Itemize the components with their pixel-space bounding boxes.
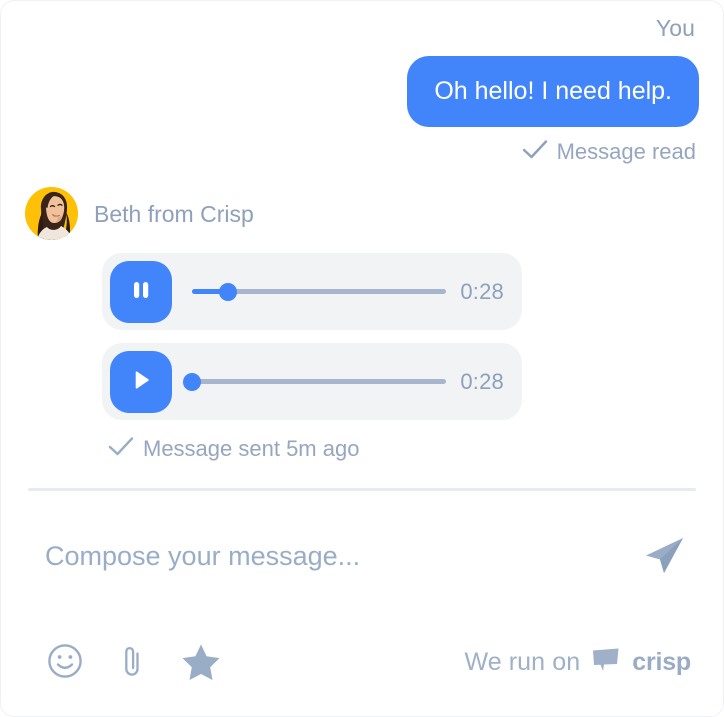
chat-widget: You Oh hello! I need help. Message read: [0, 0, 724, 717]
pause-icon: [130, 278, 152, 305]
check-icon: [108, 436, 134, 462]
avatar[interactable]: [25, 187, 78, 240]
outgoing-receipt: Message read: [25, 139, 699, 165]
progress-handle[interactable]: [218, 282, 237, 301]
rate-button[interactable]: [179, 640, 223, 685]
send-button[interactable]: [635, 526, 693, 587]
send-paper-plane-icon: [641, 532, 687, 581]
outgoing-sender-label: You: [655, 15, 695, 41]
star-icon: [181, 642, 221, 683]
branding-name: crisp: [632, 648, 691, 676]
progress-handle[interactable]: [183, 372, 201, 391]
play-button[interactable]: [110, 350, 172, 413]
audio-duration-1: 0:28: [460, 278, 504, 304]
avatar-photo: [25, 187, 78, 240]
compose-area: [1, 491, 723, 621]
audio-duration-2: 0:28: [460, 368, 504, 394]
incoming-message-body: 0:28 0:28 Message sent 5m ago: [25, 253, 699, 462]
outgoing-receipt-label: Message read: [556, 139, 696, 164]
audio-message-1[interactable]: 0:28: [102, 253, 522, 330]
outgoing-message-bubble[interactable]: Oh hello! I need help.: [407, 56, 699, 127]
incoming-receipt: Message sent 5m ago: [102, 436, 699, 462]
message-outgoing: You Oh hello! I need help. Message read: [25, 13, 699, 165]
agent-name-label: Beth from Crisp: [94, 200, 254, 227]
attachment-button[interactable]: [112, 640, 152, 685]
play-icon: [130, 368, 152, 395]
message-incoming: Beth from Crisp 0:28 0:28 Message sent 5…: [25, 187, 699, 462]
audio-progress-slider-2[interactable]: [183, 372, 447, 392]
paperclip-icon: [114, 642, 150, 683]
branding[interactable]: We run on crisp: [464, 647, 691, 678]
incoming-receipt-label: Message sent 5m ago: [143, 436, 360, 461]
outgoing-bubble-row: Oh hello! I need help.: [25, 56, 699, 127]
branding-prefix: We run on: [464, 648, 581, 676]
emoji-button[interactable]: [45, 641, 85, 684]
audio-message-2[interactable]: 0:28: [102, 343, 522, 420]
agent-header: Beth from Crisp: [25, 187, 699, 240]
crisp-bubble-icon: [591, 647, 621, 678]
audio-progress-slider-1[interactable]: [192, 282, 447, 302]
bottom-toolbar: We run on crisp: [1, 619, 723, 716]
progress-track: [192, 379, 447, 384]
check-icon: [522, 139, 548, 165]
smiley-icon: [47, 643, 83, 682]
compose-input[interactable]: [45, 540, 635, 572]
conversation-area: You Oh hello! I need help. Message read: [1, 1, 723, 488]
toolbar-actions: [45, 640, 223, 685]
pause-button[interactable]: [110, 260, 172, 323]
